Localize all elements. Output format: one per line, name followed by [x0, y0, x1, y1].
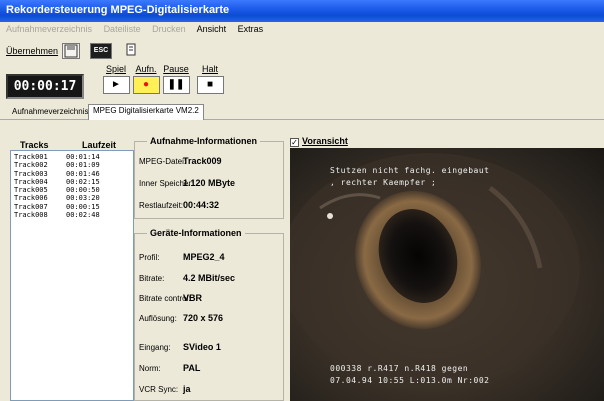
list-item[interactable]: Track001 00:01:14 [11, 153, 133, 161]
menu-extras[interactable]: Extras [238, 24, 264, 34]
menu-ansicht[interactable]: Ansicht [197, 24, 227, 34]
file-row: MPEG-Datei:Track009 [139, 156, 222, 166]
bitrate-control-row: Bitrate control:VBR [139, 293, 203, 303]
recording-info-group: Aufnahme-Informationen MPEG-Datei:Track0… [134, 136, 284, 219]
stop-label: Halt [201, 64, 218, 74]
timecode-display: 00:00:17 [6, 74, 84, 99]
norm-row: Norm: PAL [139, 363, 201, 373]
apply-button[interactable]: Übernehmen [6, 46, 58, 63]
remaining-value: 00:44:32 [183, 200, 220, 210]
menu-bar: Aufnahmeverzeichnis Dateiliste Drucken A… [0, 22, 604, 38]
remaining-row: Restlaufzeit:00:44:32 [139, 200, 220, 210]
profile-row: Profil: MPEG2_4 [139, 252, 225, 262]
window-title: Rekordersteuerung MPEG-Digitalisierkarte [0, 0, 604, 22]
bitrate-row: Bitrate: 4.2 MBit/sec [139, 273, 236, 283]
document-icon[interactable] [124, 43, 142, 59]
pause-button[interactable]: ❚❚ [162, 76, 190, 94]
tracks-column-header[interactable]: Tracks [20, 140, 49, 150]
tab-strip: Aufnahmeverzeichnis MPEG Digitalisierkar… [0, 104, 604, 120]
list-item[interactable]: Track007 00:00:15 [11, 203, 133, 211]
escape-icon[interactable]: ESC [90, 43, 112, 59]
resolution-row: Auflösung: 720 x 576 [139, 313, 224, 323]
video-overlay-text: 07.04.94 10:55 L:013.0m Nr:002 [330, 376, 490, 385]
stop-control: Halt ■ [190, 64, 230, 94]
menu-aufnahmeverzeichnis: Aufnahmeverzeichnis [6, 24, 93, 34]
input-row: Eingang: SVideo 1 [139, 342, 221, 352]
preview-label: Voransicht [302, 136, 348, 146]
video-overlay-text: 000338 r.R417 n.R418 gegen [330, 364, 469, 373]
device-info-group: Geräte-Informationen Profil: MPEG2_4 Bitr… [134, 228, 284, 401]
file-value: Track009 [183, 156, 222, 166]
video-preview: Stutzen nicht fachg. eingebaut , rechter… [290, 148, 604, 401]
device-info-title: Geräte-Informationen [147, 228, 245, 238]
disk-icon[interactable] [62, 43, 80, 59]
video-overlay-text: , rechter Kaempfer ; [330, 178, 437, 187]
video-overlay-text: Stutzen nicht fachg. eingebaut [330, 166, 490, 175]
vcr-sync-row: VCR Sync: ja [139, 384, 191, 394]
list-item[interactable]: Track002 00:01:09 [11, 161, 133, 169]
stop-button[interactable]: ■ [196, 76, 224, 94]
preview-toggle[interactable]: ✓ Voransicht [290, 136, 348, 147]
memory-row: Inner Speicher:1.120 MByte [139, 178, 236, 188]
list-item[interactable]: Track008 00:02:48 [11, 211, 133, 219]
list-item[interactable]: Track005 00:00:50 [11, 186, 133, 194]
duration-column-header[interactable]: Laufzeit [82, 140, 116, 150]
list-item[interactable]: Track006 00:03:20 [11, 194, 133, 202]
tab-aufnahmeverzeichnis[interactable]: Aufnahmeverzeichnis [8, 106, 92, 120]
memory-value: 1.120 MByte [183, 178, 236, 188]
preview-checkbox[interactable]: ✓ [290, 138, 299, 147]
menu-drucken: Drucken [152, 24, 186, 34]
tab-mpeg-card[interactable]: MPEG Digitalisierkarte VM2.2 [88, 104, 204, 120]
tracks-list[interactable]: Track001 00:01:14 Track002 00:01:09 Track0… [10, 150, 134, 401]
recording-info-title: Aufnahme-Informationen [147, 136, 260, 146]
menu-dateiliste: Dateiliste [103, 24, 141, 34]
list-item[interactable]: Track004 00:02:15 [11, 178, 133, 186]
list-item[interactable]: Track003 00:01:46 [11, 170, 133, 178]
toolbar: Übernehmen ESC [0, 40, 604, 64]
